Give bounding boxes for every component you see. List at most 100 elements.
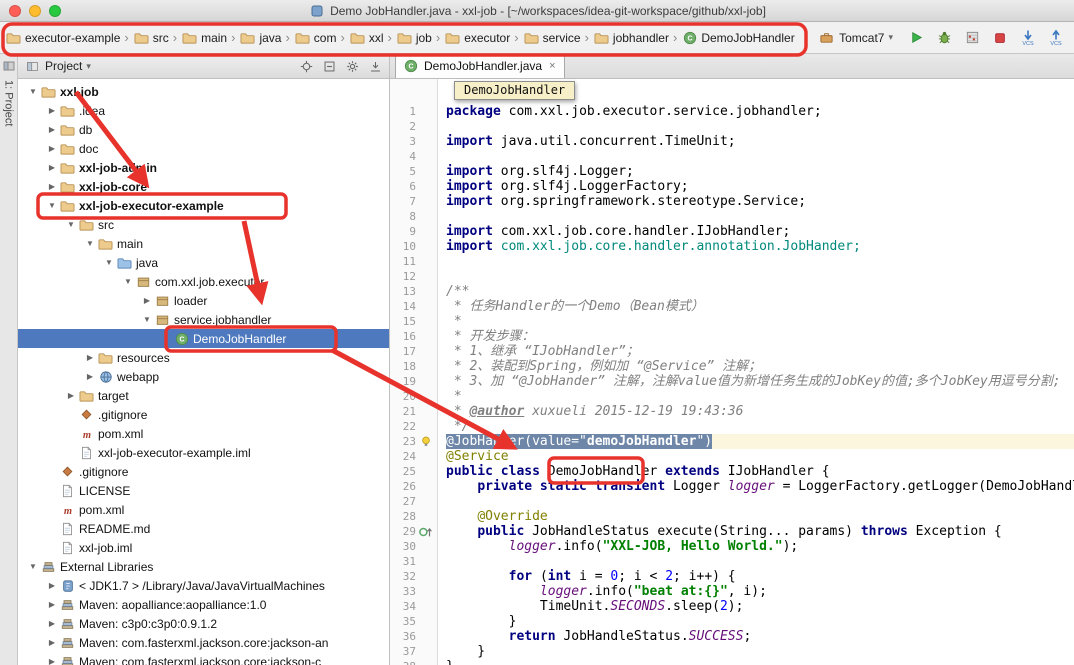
tree-item-src[interactable]: ▼src <box>18 215 389 234</box>
chevron-expanded-icon[interactable]: ▼ <box>102 258 116 267</box>
gutter-line-3[interactable]: 3 <box>390 134 437 149</box>
gutter-line-20[interactable]: 20 <box>390 389 437 404</box>
code-line-2[interactable] <box>446 119 1074 134</box>
minimize-window-button[interactable] <box>29 5 41 17</box>
gutter-line-2[interactable]: 2 <box>390 119 437 134</box>
code-line-10[interactable]: import com.xxl.job.core.handler.annotati… <box>446 239 1074 254</box>
tree-item-maven-com-fasterxml-jackson-core-jackson-c[interactable]: ▶Maven: com.fasterxml.jackson.core:jacks… <box>18 652 389 665</box>
breadcrumb-item-com[interactable]: com <box>293 30 338 46</box>
tree-item-xxl-job[interactable]: ▼xxl-job <box>18 82 389 101</box>
tree-item-maven-aopalliance-aopalliance-1-0[interactable]: ▶Maven: aopalliance:aopalliance:1.0 <box>18 595 389 614</box>
code-line-18[interactable]: * 2、装配到Spring，例如加 “@Service” 注解； <box>446 359 1074 374</box>
code-line-8[interactable] <box>446 209 1074 224</box>
gear-button[interactable] <box>344 58 360 74</box>
tree-item-xxl-job-admin[interactable]: ▶xxl-job-admin <box>18 158 389 177</box>
run-button[interactable] <box>906 28 926 48</box>
coverage-button[interactable] <box>962 28 982 48</box>
gutter-line-16[interactable]: 16 <box>390 329 437 344</box>
run-config-selector[interactable]: Tomcat7 ▾ <box>814 28 897 48</box>
chevron-collapsed-icon[interactable]: ▶ <box>45 600 59 609</box>
chevron-expanded-icon[interactable]: ▼ <box>26 562 40 571</box>
gutter-line-14[interactable]: 14 <box>390 299 437 314</box>
tree-item-xxl-job-executor-example-iml[interactable]: xxl-job-executor-example.iml <box>18 443 389 462</box>
tree-item-webapp[interactable]: ▶webapp <box>18 367 389 386</box>
tree-item-pom-xml[interactable]: mpom.xml <box>18 424 389 443</box>
tree-item-gitignore[interactable]: .gitignore <box>18 405 389 424</box>
breadcrumb-item-xxl[interactable]: xxl <box>348 30 385 46</box>
code-line-9[interactable]: import com.xxl.job.core.handler.IJobHand… <box>446 224 1074 239</box>
chevron-collapsed-icon[interactable]: ▶ <box>45 144 59 153</box>
tree-item-xxl-job-core[interactable]: ▶xxl-job-core <box>18 177 389 196</box>
tree-item-external-libraries[interactable]: ▼External Libraries <box>18 557 389 576</box>
chevron-collapsed-icon[interactable]: ▶ <box>45 125 59 134</box>
code-line-31[interactable] <box>446 554 1074 569</box>
code-line-27[interactable] <box>446 494 1074 509</box>
code-line-29[interactable]: public JobHandleStatus execute(String...… <box>446 524 1074 539</box>
hide-button[interactable] <box>367 58 383 74</box>
gutter-line-24[interactable]: 24 <box>390 449 437 464</box>
tree-item-resources[interactable]: ▶resources <box>18 348 389 367</box>
tree-item-maven-com-fasterxml-jackson-core-jackson-an[interactable]: ▶Maven: com.fasterxml.jackson.core:jacks… <box>18 633 389 652</box>
debug-button[interactable] <box>934 28 954 48</box>
code-line-20[interactable]: * <box>446 389 1074 404</box>
chevron-collapsed-icon[interactable]: ▶ <box>45 106 59 115</box>
gutter-line-23[interactable]: 23 <box>390 434 437 449</box>
tree-item-main[interactable]: ▼main <box>18 234 389 253</box>
code-line-12[interactable] <box>446 269 1074 284</box>
gutter-line-37[interactable]: 37 <box>390 644 437 659</box>
gutter-line-4[interactable]: 4 <box>390 149 437 164</box>
gutter-line-5[interactable]: 5 <box>390 164 437 179</box>
chevron-expanded-icon[interactable]: ▼ <box>45 201 59 210</box>
breadcrumb-item-job[interactable]: job <box>395 30 433 46</box>
chevron-collapsed-icon[interactable]: ▶ <box>64 391 78 400</box>
chevron-collapsed-icon[interactable]: ▶ <box>45 581 59 590</box>
code-line-19[interactable]: * 3、加 “@JobHander” 注解，注解value值为新增任务生成的Jo… <box>446 374 1074 389</box>
gutter-line-15[interactable]: 15 <box>390 314 437 329</box>
tree-item-pom-xml[interactable]: mpom.xml <box>18 500 389 519</box>
chevron-expanded-icon[interactable]: ▼ <box>83 239 97 248</box>
override-icon[interactable] <box>416 524 436 539</box>
locate-button[interactable] <box>298 58 314 74</box>
gutter-line-29[interactable]: 29 <box>390 524 437 539</box>
code-line-37[interactable]: } <box>446 644 1074 659</box>
chevron-collapsed-icon[interactable]: ▶ <box>45 657 59 665</box>
gutter-line-17[interactable]: 17 <box>390 344 437 359</box>
gutter-line-28[interactable]: 28 <box>390 509 437 524</box>
gutter-line-9[interactable]: 9 <box>390 224 437 239</box>
code-line-35[interactable]: } <box>446 614 1074 629</box>
gutter-line-12[interactable]: 12 <box>390 269 437 284</box>
gutter-line-31[interactable]: 31 <box>390 554 437 569</box>
gutter-line-13[interactable]: 13 <box>390 284 437 299</box>
gutter-line-21[interactable]: 21 <box>390 404 437 419</box>
code-line-13[interactable]: /** <box>446 284 1074 299</box>
gutter-line-34[interactable]: 34 <box>390 599 437 614</box>
collapse-all-button[interactable] <box>321 58 337 74</box>
code-line-25[interactable]: public class DemoJobHandler extends IJob… <box>446 464 1074 479</box>
chevron-collapsed-icon[interactable]: ▶ <box>83 353 97 362</box>
tree-item-xxl-job-iml[interactable]: xxl-job.iml <box>18 538 389 557</box>
code-line-1[interactable]: package com.xxl.job.executor.service.job… <box>446 104 1074 119</box>
gutter-line-7[interactable]: 7 <box>390 194 437 209</box>
code-line-4[interactable] <box>446 149 1074 164</box>
tree-item-demojobhandler[interactable]: CDemoJobHandler <box>18 329 389 348</box>
gutter-line-36[interactable]: 36 <box>390 629 437 644</box>
chevron-expanded-icon[interactable]: ▼ <box>121 277 135 286</box>
code-line-24[interactable]: @Service <box>446 449 1074 464</box>
tree-item-com-xxl-job-executor[interactable]: ▼com.xxl.job.executor <box>18 272 389 291</box>
breadcrumb-item-jobhandler[interactable]: jobhandler <box>592 30 670 46</box>
code-line-38[interactable]: } <box>446 659 1074 665</box>
code-line-15[interactable]: * <box>446 314 1074 329</box>
tree-item-gitignore[interactable]: .gitignore <box>18 462 389 481</box>
code-line-26[interactable]: private static transient Logger logger =… <box>446 479 1074 494</box>
breadcrumb-item-executor[interactable]: executor <box>443 30 511 46</box>
close-tab-icon[interactable]: × <box>547 60 555 72</box>
project-tool-button[interactable]: 1: Project <box>3 80 15 126</box>
code-line-11[interactable] <box>446 254 1074 269</box>
chevron-expanded-icon[interactable]: ▼ <box>26 87 40 96</box>
tree-item-idea[interactable]: ▶.idea <box>18 101 389 120</box>
vcs-push-button[interactable]: VCS <box>1046 28 1066 48</box>
gutter-line-30[interactable]: 30 <box>390 539 437 554</box>
gutter-line-8[interactable]: 8 <box>390 209 437 224</box>
breadcrumb-item-java[interactable]: java <box>238 30 282 46</box>
code-line-32[interactable]: for (int i = 0; i < 2; i++) { <box>446 569 1074 584</box>
